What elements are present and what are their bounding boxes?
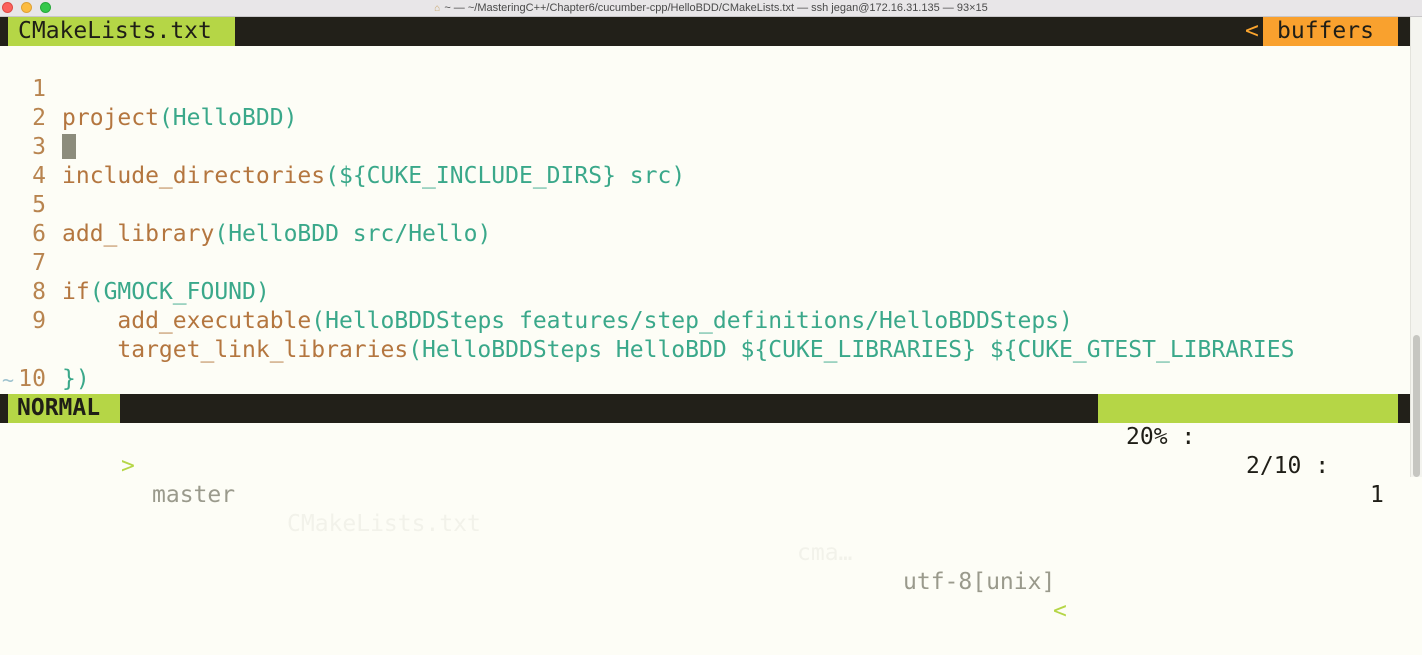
code-line[interactable]: 7 if(GMOCK_FOUND) bbox=[0, 220, 1410, 305]
code-line[interactable]: 8 add_executable(HelloBDDSteps features/… bbox=[0, 249, 1410, 334]
cursor-position-section: 20% : 2/10 : 1 bbox=[1098, 394, 1398, 508]
window-title: ⌂ ~ — ~/MasteringC++/Chapter6/cucumber-cp… bbox=[0, 0, 1422, 17]
code-line[interactable]: 9 target_link_libraries(HelloBDDSteps He… bbox=[0, 278, 1410, 363]
scroll-percent: 20% : bbox=[1126, 424, 1196, 450]
git-branch: master bbox=[152, 482, 236, 508]
vim-statusline: NORMAL > master CMakeLists.txt cma… utf-… bbox=[0, 394, 1410, 624]
tab-active-file[interactable]: CMakeLists.txt bbox=[8, 17, 235, 46]
code-line-wrapped[interactable]: }) bbox=[0, 307, 1410, 392]
editor-buffer[interactable]: 1 project(HelloBDD) 2 3 include_director… bbox=[0, 46, 1410, 394]
statusline-filename: CMakeLists.txt bbox=[287, 511, 481, 537]
code-line[interactable]: 1 project(HelloBDD) bbox=[0, 46, 1410, 131]
buffers-label[interactable]: buffers bbox=[1263, 17, 1398, 46]
vim-tabline: CMakeLists.txt < buffers bbox=[0, 17, 1422, 46]
window-titlebar: ⌂ ~ — ~/MasteringC++/Chapter6/cucumber-cp… bbox=[0, 0, 1422, 17]
code-line[interactable]: 2 bbox=[0, 75, 1410, 159]
statusline-separator: < bbox=[1053, 598, 1067, 624]
wrapped-text: }) bbox=[62, 366, 90, 392]
code-line[interactable]: 6 bbox=[0, 191, 1410, 247]
tabline-separator: < bbox=[1245, 18, 1259, 44]
scrollbar-thumb[interactable] bbox=[1413, 335, 1420, 477]
window-title-text: ~ — ~/MasteringC++/Chapter6/cucumber-cpp… bbox=[444, 2, 988, 14]
column-position: 1 bbox=[1370, 482, 1384, 508]
empty-line-tilde: ~ bbox=[2, 368, 15, 392]
mode-indicator: NORMAL bbox=[8, 394, 120, 423]
file-encoding: utf-8[unix] bbox=[903, 569, 1056, 595]
filetype: cma… bbox=[797, 540, 853, 566]
house-icon: ⌂ bbox=[434, 3, 441, 14]
code-line[interactable]: 5 add_library(HelloBDD src/Hello) bbox=[0, 162, 1410, 247]
code-line[interactable]: 4 bbox=[0, 133, 1410, 189]
code-line[interactable]: 10 endif() bbox=[0, 336, 1410, 392]
code-line[interactable]: 3 include_directories(${CUKE_INCLUDE_DIR… bbox=[0, 104, 1410, 189]
terminal-scrollbar[interactable] bbox=[1410, 17, 1422, 477]
